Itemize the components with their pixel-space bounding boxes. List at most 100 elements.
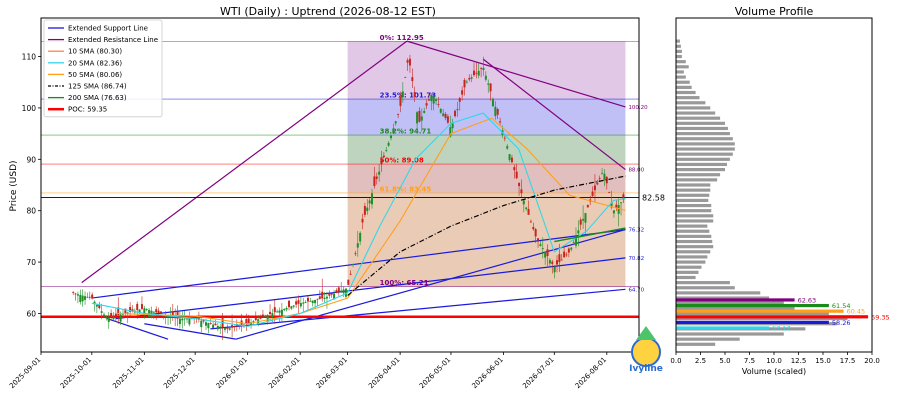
x-tick-label: 2026-08-01 <box>574 356 608 390</box>
candle-body <box>247 318 250 324</box>
candle-body <box>105 317 108 319</box>
y-tick-label: 60 <box>26 309 36 318</box>
volume-bar <box>676 260 706 264</box>
candle-body <box>397 113 400 115</box>
vp-x-tick-label: 12.5 <box>791 357 807 365</box>
legend-label: POC: 59.35 <box>68 106 107 114</box>
volume-bar <box>676 188 711 192</box>
volume-bar <box>676 96 700 100</box>
volume-bar <box>676 219 714 223</box>
candle-body <box>330 293 333 295</box>
volume-level-bar <box>676 303 829 308</box>
candle-body <box>200 320 203 328</box>
candle-body <box>378 171 381 175</box>
candle-body <box>482 67 485 71</box>
candle-body <box>157 310 160 314</box>
candle-body <box>271 313 274 318</box>
candle-body <box>432 95 435 104</box>
y-tick-label: 70 <box>26 258 36 267</box>
volume-bar <box>676 80 690 84</box>
candle-body <box>264 316 267 317</box>
x-tick-label: 2026-04-01 <box>367 356 401 390</box>
candle-body <box>278 310 281 313</box>
candle-body <box>349 273 352 275</box>
volume-bar <box>676 70 684 74</box>
vp-x-tick-label: 7.5 <box>744 357 755 365</box>
volume-bar <box>676 342 716 346</box>
candle-body <box>586 205 589 208</box>
candle-body <box>95 304 98 307</box>
candle-body <box>442 113 445 117</box>
volume-bar <box>676 85 692 89</box>
candle-body <box>363 205 366 215</box>
candle-body <box>392 128 395 133</box>
candle-body <box>420 116 423 121</box>
candle-body <box>553 266 556 273</box>
candle-body <box>352 264 355 265</box>
candle-body <box>340 290 343 293</box>
candle-body <box>480 68 483 69</box>
x-tick-label: 2026-01-01 <box>215 356 249 390</box>
right-price-label: 70.82 <box>628 256 644 262</box>
candle-body <box>233 326 236 328</box>
candle-body <box>292 305 295 307</box>
x-tick-label: 2026-05-01 <box>418 356 452 390</box>
candle-body <box>155 309 158 313</box>
vp-x-tick-label: 10.0 <box>766 357 782 365</box>
volume-bar <box>676 337 740 341</box>
candle-body <box>316 298 319 300</box>
candle-body <box>620 202 623 204</box>
candle-body <box>598 178 601 179</box>
chart-title: WTI (Daily) : Uptrend (2026-08-12 EST) <box>220 5 436 18</box>
candle-body <box>359 232 362 242</box>
candle-body <box>529 221 532 223</box>
candle-body <box>79 294 82 302</box>
candle-body <box>558 254 561 263</box>
vp-x-tick-label: 2.5 <box>695 357 706 365</box>
candle-body <box>103 314 106 317</box>
candle-body <box>119 314 122 322</box>
candle-body <box>416 112 419 124</box>
legend-label: 20 SMA (82.36) <box>68 59 122 67</box>
x-tick-label: 2026-07-01 <box>521 356 555 390</box>
candle-body <box>302 302 305 304</box>
candle-body <box>418 110 421 122</box>
candle-body <box>406 60 409 63</box>
volume-bar <box>676 286 735 290</box>
volume-bar <box>676 106 711 110</box>
volume-bar <box>676 173 721 177</box>
legend-label: 200 SMA (76.63) <box>68 94 127 102</box>
candle-body <box>608 192 611 193</box>
x-tick-label: 2025-10-01 <box>59 356 93 390</box>
candle-body <box>463 79 466 88</box>
support-line <box>106 318 169 340</box>
candle-body <box>413 92 416 97</box>
candle-body <box>425 103 428 106</box>
candle-body <box>288 300 291 308</box>
candle-body <box>435 99 438 102</box>
volume-bar <box>676 60 686 64</box>
candle-body <box>508 154 511 160</box>
volume-level-label: 58.26 <box>832 319 851 327</box>
candle-body <box>565 254 568 256</box>
volume-bar <box>676 167 725 172</box>
candle-body <box>577 230 580 234</box>
vp-x-tick-label: 0.0 <box>670 357 681 365</box>
legend: Extended Support Line Extended Resistance… <box>43 19 163 118</box>
volume-bar <box>676 332 784 336</box>
candle-body <box>91 294 94 299</box>
candle-body <box>342 289 345 294</box>
volume-bar <box>676 90 696 95</box>
candle-body <box>169 316 172 318</box>
volume-level-bar <box>676 320 829 325</box>
candle-body <box>458 98 461 102</box>
candle-body <box>468 78 471 80</box>
candle-body <box>306 297 309 302</box>
candle-body <box>273 307 276 313</box>
vp-x-tick-label: 17.5 <box>840 357 856 365</box>
candle-body <box>584 213 587 223</box>
candle-body <box>515 171 518 179</box>
volume-bar <box>676 224 708 228</box>
legend-label: 50 SMA (80.06) <box>68 71 122 79</box>
volume-level-label: 60.45 <box>847 308 866 316</box>
